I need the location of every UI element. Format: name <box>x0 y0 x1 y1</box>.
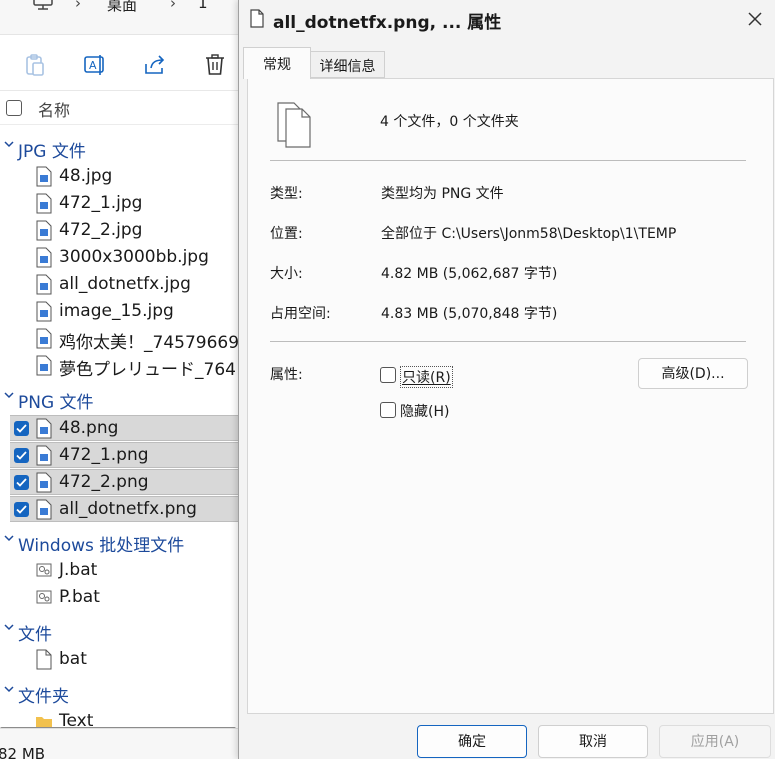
status-size: 82 MB <box>0 745 46 759</box>
readonly-label[interactable]: 只读(R) <box>400 366 453 388</box>
list-item[interactable]: bat <box>10 647 238 673</box>
image-file-icon <box>36 166 52 187</box>
chevron-down-icon <box>4 624 14 631</box>
list-item[interactable]: 472_1.jpg <box>10 191 238 217</box>
list-item[interactable]: 472_2.jpg <box>10 218 238 244</box>
image-file-icon <box>36 220 52 241</box>
image-file-icon <box>36 301 52 322</box>
properties-dialog: all_dotnetfx.png, ... 属性 常规 详细信息 4 个文件，0… <box>238 0 775 759</box>
chevron-down-icon <box>4 535 14 542</box>
image-file-icon <box>36 274 52 295</box>
title-bar[interactable]: all_dotnetfx.png, ... 属性 <box>239 0 775 38</box>
image-file-icon <box>36 328 52 349</box>
image-file-icon <box>36 355 52 376</box>
chevron-down-icon <box>4 686 14 693</box>
row-checkbox[interactable] <box>14 502 29 517</box>
list-item[interactable]: 夢色プレリュード_764 <box>10 353 238 380</box>
address-bar[interactable]: › 桌面 › 1 <box>0 0 238 35</box>
select-all-checkbox[interactable] <box>6 100 22 116</box>
image-file-icon <box>36 418 52 439</box>
list-item[interactable]: 3000x3000bb.jpg <box>10 245 238 271</box>
size-label: 大小: <box>270 266 303 282</box>
location-value: 全部位于 C:\Users\Jonm58\Desktop\1\TEMP <box>381 226 677 242</box>
tab-details[interactable]: 详细信息 <box>311 51 385 78</box>
computer-icon <box>33 0 53 10</box>
image-file-icon <box>36 499 52 520</box>
list-item[interactable]: 鸡你太美！_74579669 <box>10 326 238 353</box>
type-value: 类型均为 PNG 文件 <box>381 186 504 202</box>
rename-icon[interactable]: A <box>82 52 108 78</box>
selection-summary: 4 个文件，0 个文件夹 <box>380 114 519 130</box>
paste-icon[interactable] <box>22 52 48 78</box>
delete-icon[interactable] <box>202 52 228 78</box>
group-header-file[interactable]: 文件 <box>0 617 238 645</box>
group-header-batch[interactable]: Windows 批处理文件 <box>0 528 238 556</box>
breadcrumb-item[interactable]: 1 <box>198 0 208 12</box>
tab-general[interactable]: 常规 <box>243 47 311 79</box>
apply-button[interactable]: 应用(A) <box>659 725 771 758</box>
blank-file-icon <box>36 649 52 670</box>
group-header-folder[interactable]: 文件夹 <box>0 679 238 707</box>
column-name[interactable]: 名称 <box>38 97 70 121</box>
group-header-jpg[interactable]: JPG 文件 <box>0 134 238 162</box>
batch-file-icon <box>36 590 52 604</box>
location-label: 位置: <box>270 226 303 242</box>
image-file-icon <box>36 445 52 466</box>
chevron-right-icon: › <box>170 0 176 12</box>
svg-text:A: A <box>89 59 97 72</box>
list-item[interactable]: 48.jpg <box>10 164 238 190</box>
group-header-png[interactable]: PNG 文件 <box>0 385 238 413</box>
file-icon <box>250 9 264 28</box>
list-item-selected[interactable]: 472_1.png <box>10 442 238 468</box>
divider <box>270 341 746 342</box>
size-value: 4.82 MB (5,062,687 字节) <box>381 266 558 282</box>
divider <box>270 160 746 161</box>
type-label: 类型: <box>270 186 303 202</box>
multiple-files-icon <box>277 102 311 148</box>
close-icon[interactable] <box>744 8 766 30</box>
row-checkbox[interactable] <box>14 475 29 490</box>
hidden-label[interactable]: 隐藏(H) <box>400 401 449 421</box>
batch-file-icon <box>36 563 52 577</box>
chevron-down-icon <box>4 141 14 148</box>
disk-size-value: 4.83 MB (5,070,848 字节) <box>381 306 558 322</box>
disk-size-label: 占用空间: <box>270 306 331 322</box>
row-checkbox[interactable] <box>14 448 29 463</box>
chevron-right-icon: › <box>75 0 81 12</box>
list-item[interactable]: P.bat <box>10 585 238 611</box>
advanced-button[interactable]: 高级(D)... <box>638 358 748 389</box>
list-item-selected[interactable]: 48.png <box>10 415 238 441</box>
list-item[interactable]: J.bat <box>10 558 238 584</box>
file-explorer: › 桌面 › 1 A 名称 JPG 文件 48.jpg 472_1.jpg 47… <box>0 0 238 759</box>
cancel-button[interactable]: 取消 <box>538 725 648 758</box>
list-item[interactable]: image_15.jpg <box>10 299 238 325</box>
hidden-checkbox[interactable] <box>380 402 396 418</box>
attributes-label: 属性: <box>270 367 303 383</box>
list-item[interactable]: all_dotnetfx.jpg <box>10 272 238 298</box>
breadcrumb-item[interactable]: 桌面 <box>107 0 137 15</box>
chevron-down-icon <box>4 392 14 399</box>
row-checkbox[interactable] <box>14 421 29 436</box>
image-file-icon <box>36 193 52 214</box>
readonly-checkbox[interactable] <box>380 367 396 383</box>
ok-button[interactable]: 确定 <box>417 725 527 758</box>
command-bar: A <box>0 40 238 91</box>
status-bar: 82 MB <box>0 728 238 759</box>
list-item-selected[interactable]: 472_2.png <box>10 469 238 495</box>
image-file-icon <box>36 247 52 268</box>
column-header: 名称 <box>0 92 238 125</box>
image-file-icon <box>36 472 52 493</box>
share-icon[interactable] <box>142 52 168 78</box>
dialog-title: all_dotnetfx.png, ... 属性 <box>273 13 502 33</box>
list-item-selected[interactable]: all_dotnetfx.png <box>10 496 238 522</box>
general-panel: 4 个文件，0 个文件夹 类型: 类型均为 PNG 文件 位置: 全部位于 C:… <box>247 78 774 714</box>
